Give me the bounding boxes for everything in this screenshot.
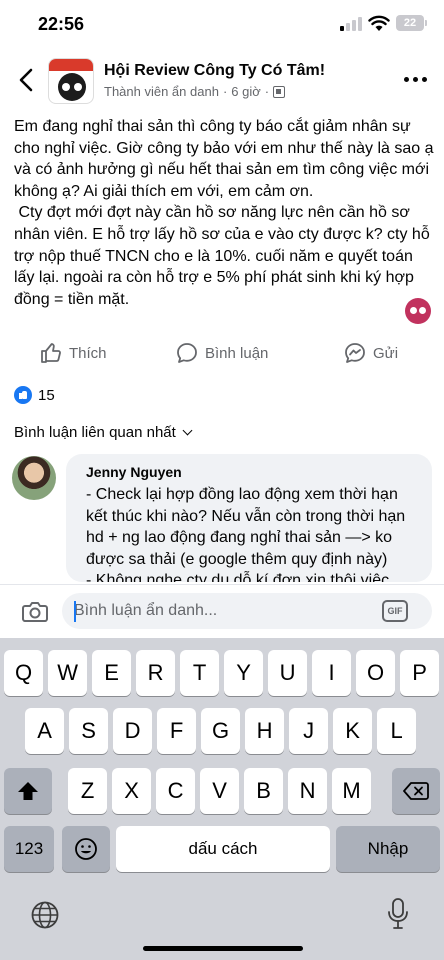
return-key[interactable]: Nhập bbox=[336, 826, 440, 872]
comment-sort-label: Bình luận liên quan nhất bbox=[14, 424, 176, 441]
key-b[interactable]: B bbox=[244, 768, 284, 814]
key-u[interactable]: U bbox=[268, 650, 308, 696]
key-n[interactable]: N bbox=[288, 768, 328, 814]
key-c[interactable]: C bbox=[156, 768, 196, 814]
key-i[interactable]: I bbox=[312, 650, 352, 696]
key-q[interactable]: Q bbox=[4, 650, 44, 696]
shift-key[interactable] bbox=[4, 768, 52, 814]
emoji-icon bbox=[75, 838, 97, 860]
group-avatar-mask bbox=[58, 73, 86, 101]
like-reaction-icon bbox=[14, 386, 32, 404]
key-z[interactable]: Z bbox=[68, 768, 108, 814]
home-indicator bbox=[143, 946, 303, 951]
send-icon bbox=[345, 343, 365, 363]
post-meta: Thành viên ẩn danh · 6 giờ · bbox=[104, 84, 286, 99]
comment-author[interactable]: Jenny Nguyen bbox=[86, 464, 412, 480]
meta-separator-2: · bbox=[264, 84, 270, 99]
key-j[interactable]: J bbox=[289, 708, 329, 754]
key-r[interactable]: R bbox=[136, 650, 176, 696]
key-p[interactable]: P bbox=[400, 650, 440, 696]
key-h[interactable]: H bbox=[245, 708, 285, 754]
key-a[interactable]: A bbox=[25, 708, 65, 754]
key-f[interactable]: F bbox=[157, 708, 197, 754]
key-k[interactable]: K bbox=[333, 708, 373, 754]
comment-icon bbox=[177, 343, 197, 363]
back-icon[interactable] bbox=[12, 64, 40, 96]
like-label: Thích bbox=[69, 344, 107, 362]
wifi-icon bbox=[368, 15, 390, 31]
status-time: 22:56 bbox=[38, 14, 85, 34]
reaction-count: 15 bbox=[38, 386, 55, 404]
delete-key[interactable] bbox=[392, 768, 440, 814]
group-name[interactable]: Hội Review Công Ty Có Tâm! bbox=[104, 62, 325, 80]
chevron-down-icon bbox=[182, 425, 193, 436]
battery-icon: 22 bbox=[396, 15, 427, 31]
numbers-key[interactable]: 123 bbox=[4, 826, 54, 872]
meta-separator: · bbox=[222, 84, 228, 99]
key-l[interactable]: L bbox=[377, 708, 417, 754]
status-bar: 22:56 22 bbox=[0, 0, 444, 50]
globe-icon[interactable] bbox=[30, 900, 60, 930]
comment-bubble[interactable]: Jenny Nguyen - Check lại hợp đồng lao độ… bbox=[66, 454, 432, 582]
reactions-summary[interactable]: 15 bbox=[14, 386, 55, 404]
key-m[interactable]: M bbox=[332, 768, 372, 814]
post-text: Em đang nghỉ thai sản thì công ty báo cắ… bbox=[14, 118, 434, 308]
key-s[interactable]: S bbox=[69, 708, 109, 754]
comment-label: Bình luận bbox=[205, 344, 269, 362]
text-cursor bbox=[74, 601, 76, 622]
mic-icon[interactable] bbox=[387, 898, 409, 930]
comment-input[interactable] bbox=[62, 593, 432, 629]
space-key[interactable]: dấu cách bbox=[116, 826, 330, 872]
emoji-key[interactable] bbox=[62, 826, 110, 872]
key-o[interactable]: O bbox=[356, 650, 396, 696]
key-t[interactable]: T bbox=[180, 650, 220, 696]
comment-composer: GIF bbox=[0, 584, 444, 638]
key-w[interactable]: W bbox=[48, 650, 88, 696]
key-g[interactable]: G bbox=[201, 708, 241, 754]
comment-button[interactable]: Bình luận bbox=[176, 342, 268, 364]
post-header: Hội Review Công Ty Có Tâm! Thành viên ẩn… bbox=[0, 50, 444, 110]
post-author: Thành viên ẩn danh bbox=[104, 84, 219, 99]
keyboard: 123 dấu cách Nhập QWERTYUIOP ASDFGHJKL ZXC… bbox=[0, 638, 444, 960]
comment-text: - Check lại hợp đồng lao động xem thời h… bbox=[86, 486, 406, 582]
privacy-icon bbox=[273, 85, 286, 98]
group-avatar[interactable] bbox=[48, 58, 94, 104]
cellular-signal-icon bbox=[340, 17, 362, 31]
like-button[interactable]: Thích bbox=[40, 342, 107, 364]
key-y[interactable]: Y bbox=[224, 650, 264, 696]
comment-sort-dropdown[interactable]: Bình luận liên quan nhất bbox=[14, 424, 193, 441]
key-e[interactable]: E bbox=[92, 650, 132, 696]
more-icon[interactable] bbox=[404, 72, 430, 86]
group-avatar-banner bbox=[49, 59, 93, 71]
key-x[interactable]: X bbox=[112, 768, 152, 814]
commenter-avatar[interactable] bbox=[12, 456, 56, 500]
key-v[interactable]: V bbox=[200, 768, 240, 814]
post-actions: Thích Bình luận Gửi bbox=[0, 338, 444, 370]
gif-icon[interactable]: GIF bbox=[382, 600, 408, 622]
anonymous-avatar-icon[interactable] bbox=[405, 298, 431, 324]
delete-icon bbox=[403, 782, 429, 800]
like-icon bbox=[41, 343, 61, 363]
shift-icon bbox=[18, 782, 38, 800]
camera-icon[interactable] bbox=[22, 599, 48, 623]
post-time: 6 giờ bbox=[231, 84, 261, 99]
send-button[interactable]: Gửi bbox=[344, 342, 398, 364]
send-label: Gửi bbox=[373, 344, 399, 362]
key-d[interactable]: D bbox=[113, 708, 153, 754]
